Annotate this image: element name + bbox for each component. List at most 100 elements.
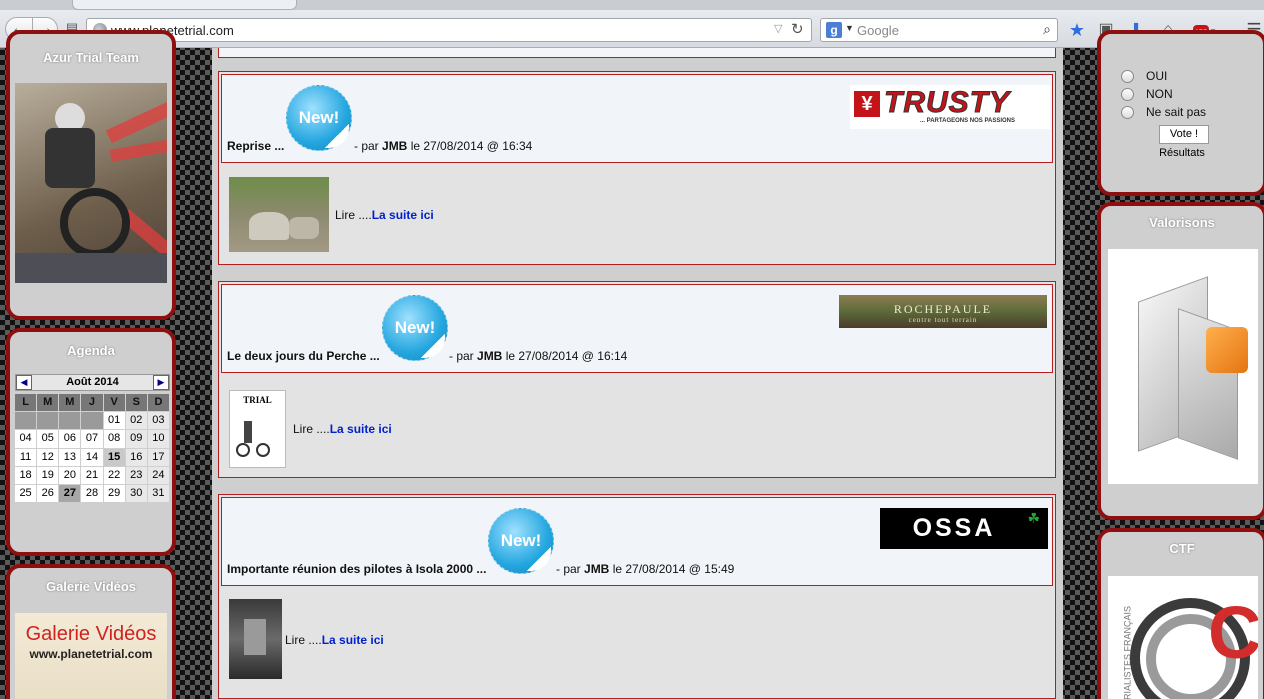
poll-option[interactable]: OUI [1121, 69, 1167, 84]
calendar-day[interactable]: 28 [81, 484, 103, 503]
google-icon[interactable]: g [826, 22, 842, 38]
ctf-logo[interactable]: TRIALISTES FRANÇAIS CTF [1108, 576, 1258, 699]
history-dropdown-icon[interactable]: ▽ [774, 22, 782, 35]
vote-button[interactable]: Vote ! [1159, 125, 1209, 144]
calendar-day[interactable]: 23 [125, 466, 147, 484]
calendar-week-row: 04 05 06 07 08 09 10 [15, 430, 170, 448]
article-byline: - par JMB le 27/08/2014 @ 15:49 [556, 562, 735, 576]
calendar-week-row: 25 26 27 28 29 30 31 [15, 484, 170, 503]
calendar-day[interactable]: 01 [103, 412, 125, 430]
new-badge: New! [382, 295, 448, 361]
galerie-videos-banner[interactable]: Galerie Vidéos www.planetetrial.com [15, 613, 167, 699]
poll-results-link[interactable]: Résultats [1101, 147, 1263, 159]
read-more-link[interactable]: La suite ici [330, 422, 392, 436]
trusty-logo-text: TRUSTY [884, 86, 1010, 120]
calendar-day[interactable]: 02 [125, 412, 147, 430]
address-bar[interactable]: www.planetetrial.com ▽ ↻ [86, 18, 812, 42]
article-header: New! Le deux jours du Perche ... - par J… [221, 284, 1053, 373]
calendar-day[interactable]: 20 [59, 466, 81, 484]
calendar-day[interactable]: 06 [59, 430, 81, 448]
calendar-day[interactable]: 31 [147, 484, 169, 503]
new-badge: New! [286, 85, 352, 151]
calendar-day[interactable]: 22 [103, 466, 125, 484]
calendar-day[interactable]: 27 [59, 484, 81, 503]
ossa-logo[interactable]: OSSA ☘ [880, 508, 1048, 549]
article-body: TRIAL Lire ....La suite ici [221, 376, 1053, 475]
search-bar[interactable]: g ▼ Google ⌕ [820, 18, 1058, 42]
calendar-header: ◀ Août 2014 ▶ [15, 374, 170, 391]
calendar-day[interactable]: 13 [59, 448, 81, 466]
poll-radio[interactable] [1121, 88, 1134, 102]
calendar-day[interactable]: 15 [103, 448, 125, 466]
galerie-title: Galerie Vidéos [45, 579, 137, 594]
calendar-weekday: M [59, 394, 81, 412]
article-thumbnail[interactable] [229, 599, 282, 679]
calendar-prev-button[interactable]: ◀ [16, 375, 32, 390]
calendar-day[interactable]: 05 [37, 430, 59, 448]
article-title[interactable]: Reprise ... [227, 139, 284, 153]
search-engine-caret-icon[interactable]: ▼ [845, 23, 854, 33]
bookmark-star-icon[interactable]: ★ [1067, 20, 1087, 40]
reload-icon[interactable]: ↻ [791, 20, 804, 38]
article-title[interactable]: Le deux jours du Perche ... [227, 349, 380, 363]
calendar-grid: L M M J V S D 01 02 03 04 05 06 07 08 09 10 11 12 13 14 15 16 1… [15, 394, 170, 503]
calendar-day[interactable]: 19 [37, 466, 59, 484]
news-article: New! Reprise ... - par JMB le 27/08/2014… [218, 71, 1056, 265]
active-tab[interactable] [72, 0, 297, 10]
calendar-day[interactable]: 26 [37, 484, 59, 503]
calendar-day[interactable]: 07 [81, 430, 103, 448]
calendar-month: Août 2014 [66, 376, 119, 388]
ctf-side-text: TRIALISTES FRANÇAIS [1122, 605, 1133, 699]
browser-toolbar: ← → ▤ www.planetetrial.com ▽ ↻ g ▼ Googl… [0, 0, 1264, 48]
calendar-day[interactable]: 17 [147, 448, 169, 466]
azur-trial-team-box: Azur Trial Team [6, 30, 176, 320]
poll-radio[interactable] [1121, 106, 1134, 120]
calendar-day[interactable]: 21 [81, 466, 103, 484]
calendar-day[interactable]: 04 [15, 430, 37, 448]
azur-rider-photo[interactable] [15, 83, 167, 283]
article-title[interactable]: Importante réunion des pilotes à Isola 2… [227, 562, 486, 576]
article-byline: - par JMB le 27/08/2014 @ 16:34 [354, 139, 533, 153]
calendar-day[interactable]: 11 [15, 448, 37, 466]
calendar-day[interactable]: 10 [147, 430, 169, 448]
calendar-weekday-row: LMMJVSD [15, 394, 170, 412]
clover-icon: ☘ [1027, 510, 1040, 526]
ossa-logo-text: OSSA [912, 514, 996, 542]
calendar-day[interactable]: 18 [15, 466, 37, 484]
article-thumbnail[interactable]: TRIAL [229, 390, 286, 468]
news-article: New! Le deux jours du Perche ... - par J… [218, 281, 1056, 478]
news-column: New! Reprise ... - par JMB le 27/08/2014… [212, 48, 1063, 699]
search-icon[interactable]: ⌕ [1043, 21, 1051, 38]
calendar-week-row: 18 19 20 21 22 23 24 [15, 466, 170, 485]
calendar-day[interactable]: 16 [125, 448, 147, 466]
trusty-logo[interactable]: ¥ TRUSTY ... PARTAGEONS NOS PASSIONS [850, 85, 1050, 129]
ctf-title: CTF [1169, 541, 1195, 556]
article-body: Lire ....La suite ici [221, 166, 1053, 262]
calendar-day[interactable]: 09 [125, 430, 147, 448]
rochepaule-logo[interactable]: ROCHEPAULE centre tout terrain [839, 295, 1047, 328]
article-header: New! Importante réunion des pilotes à Is… [221, 497, 1053, 586]
article-thumbnail[interactable] [229, 177, 329, 252]
galerie-videos-box: Galerie Vidéos Galerie Vidéos www.planet… [6, 564, 176, 699]
calendar-day[interactable]: 08 [103, 430, 125, 448]
poll-box: OUI NON Ne sait pas Vote ! Résultats [1097, 30, 1264, 196]
news-article: New! Importante réunion des pilotes à Is… [218, 494, 1056, 699]
calendar-day[interactable]: 03 [147, 412, 169, 430]
calendar-weekday: J [81, 394, 103, 412]
calendar-day[interactable]: 14 [81, 448, 103, 466]
azur-title: Azur Trial Team [43, 50, 139, 65]
calendar-day[interactable]: 30 [125, 484, 147, 503]
calendar-day[interactable]: 12 [37, 448, 59, 466]
read-more-link[interactable]: La suite ici [322, 633, 384, 647]
poll-option[interactable]: NON [1121, 87, 1173, 102]
calendar-next-button[interactable]: ▶ [153, 375, 169, 390]
calendar-weekday: M [37, 394, 59, 412]
search-input[interactable]: Google [857, 23, 899, 38]
read-more-link[interactable]: La suite ici [372, 208, 434, 222]
calendar-day[interactable]: 25 [15, 484, 37, 503]
poll-radio[interactable] [1121, 70, 1134, 84]
poll-option[interactable]: Ne sait pas [1121, 105, 1206, 120]
calendar-day[interactable]: 29 [103, 484, 125, 503]
calendar-day[interactable]: 24 [147, 466, 169, 484]
puzzle-image[interactable] [1108, 249, 1258, 484]
